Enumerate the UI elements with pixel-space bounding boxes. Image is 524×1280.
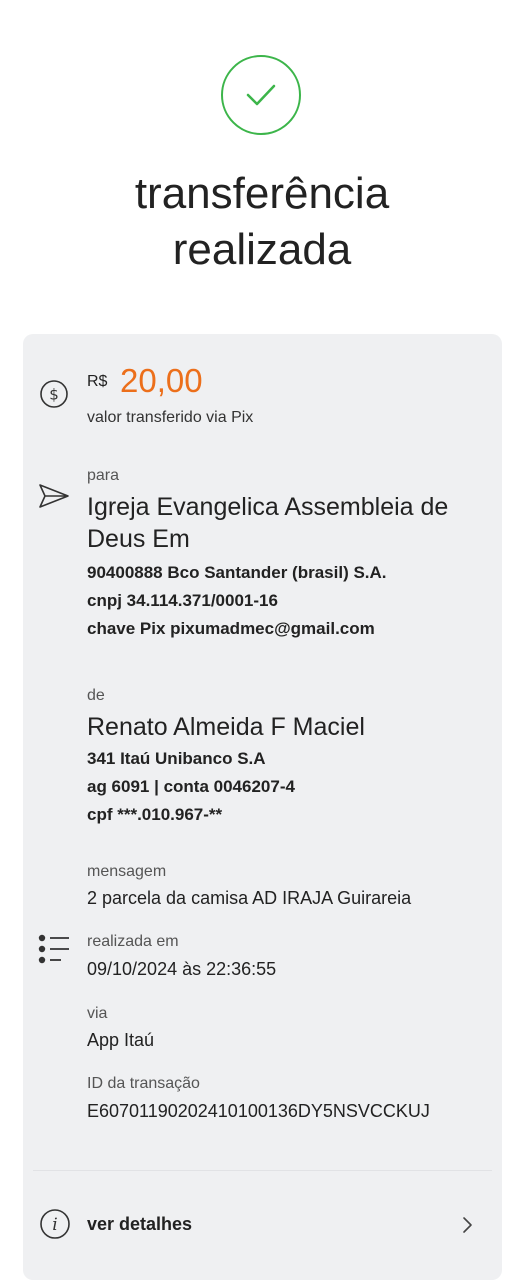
svg-text:$: $ bbox=[49, 386, 59, 404]
transaction-id-value: E60701190202410100136DY5NSVCCKUJ bbox=[87, 1101, 430, 1121]
sender-label: de bbox=[87, 687, 105, 704]
sender-account: ag 6091 | conta 0046207-4 bbox=[87, 777, 295, 796]
message-label: mensagem bbox=[87, 863, 167, 880]
via-label: via bbox=[87, 1005, 108, 1022]
transaction-id-label: ID da transação bbox=[87, 1075, 200, 1092]
sender-cpf: cpf ***.010.967-** bbox=[87, 805, 223, 824]
list-icon bbox=[38, 934, 69, 964]
recipient-pix-key: chave Pix pixumadmec@gmail.com bbox=[87, 619, 375, 638]
svg-text:i: i bbox=[52, 1215, 57, 1235]
recipient-cnpj: cnpj 34.114.371/0001-16 bbox=[87, 591, 278, 610]
check-circle-icon bbox=[221, 55, 301, 135]
sender-name: Renato Almeida F Maciel bbox=[87, 713, 365, 741]
sender-bank: 341 Itaú Unibanco S.A bbox=[87, 749, 266, 768]
info-circle-icon: i bbox=[40, 1209, 70, 1239]
details-row[interactable]: i ver detalhes bbox=[23, 1194, 502, 1254]
page-title: transferência realizada bbox=[0, 166, 524, 278]
title-line-1: transferência bbox=[134, 169, 390, 218]
recipient-bank: 90400888 Bco Santander (brasil) S.A. bbox=[87, 563, 387, 582]
transfer-amount: 20,00 bbox=[120, 362, 203, 399]
amount-label: valor transferido via Pix bbox=[87, 409, 254, 426]
recipient-label: para bbox=[87, 467, 120, 484]
date-value: 09/10/2024 às 22:36:55 bbox=[87, 959, 277, 979]
send-icon bbox=[39, 484, 69, 508]
transfer-receipt-card: $ R$ 20,00 valor transferido via Pix par… bbox=[23, 334, 502, 1280]
via-value: App Itaú bbox=[87, 1030, 155, 1050]
dollar-circle-icon: $ bbox=[40, 380, 68, 408]
chevron-right-icon[interactable] bbox=[461, 1216, 475, 1234]
divider bbox=[33, 1170, 492, 1171]
recipient-name: Igreja Evangelica Assembleia de Deus Em bbox=[87, 493, 449, 553]
title-line-2: realizada bbox=[172, 225, 352, 274]
message-value: 2 parcela da camisa AD IRAJA Guirareia bbox=[87, 888, 412, 908]
date-label: realizada em bbox=[87, 933, 179, 950]
currency-symbol: R$ bbox=[87, 373, 108, 390]
details-button[interactable]: ver detalhes bbox=[87, 1214, 192, 1235]
